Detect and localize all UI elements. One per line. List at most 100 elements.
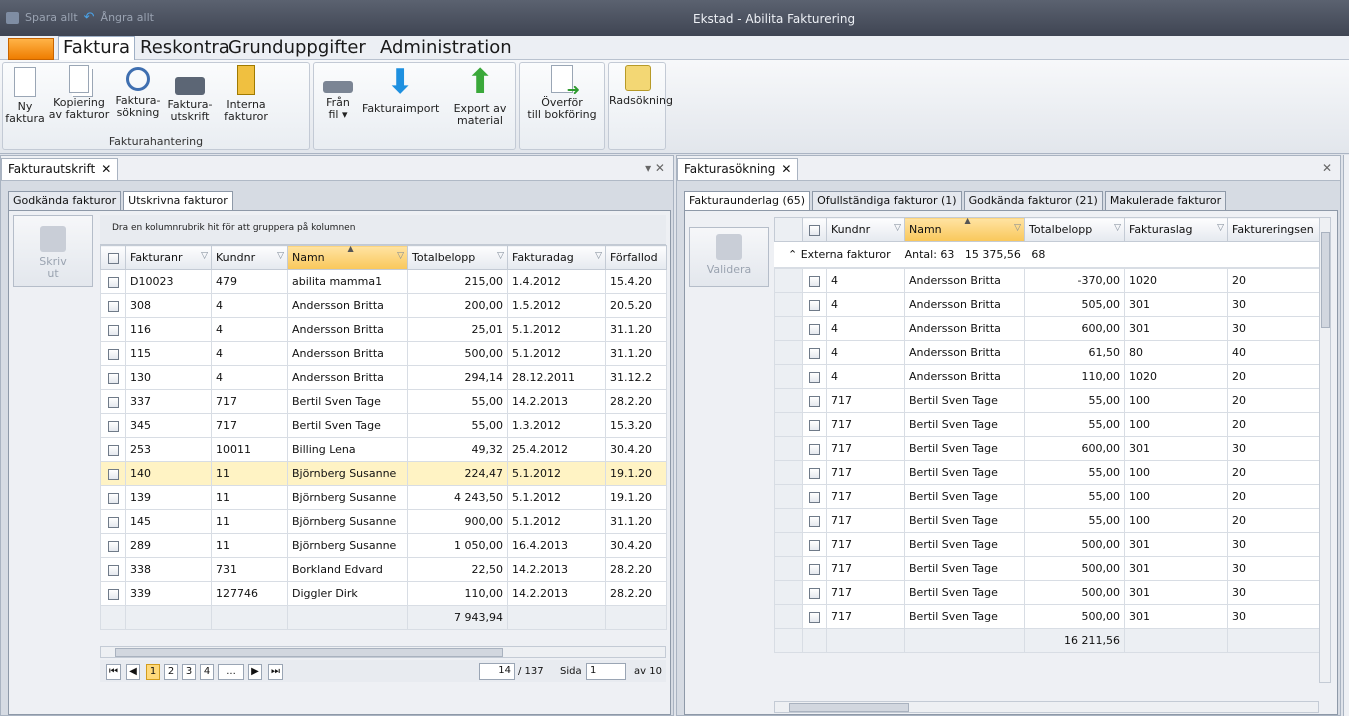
row-checkbox[interactable] <box>802 508 827 533</box>
table-row[interactable]: D10023 479 abilita mamma1 215,00 1.4.2012 15.… <box>100 269 667 294</box>
column-fakturadag[interactable]: Fakturadag ▽ <box>507 245 606 270</box>
table-row[interactable]: 339 127746 Diggler Dirk 110,00 14.2.2013 28.2… <box>100 581 667 606</box>
prev-page-button[interactable]: ◀ <box>126 664 140 680</box>
row-checkbox[interactable] <box>802 292 827 317</box>
table-row[interactable]: 253 10011 Billing Lena 49,32 25.4.2012 30.4.2… <box>100 437 667 462</box>
select-all-checkbox[interactable] <box>802 217 827 242</box>
record-input[interactable]: 14 <box>479 663 515 680</box>
undo-icon[interactable]: ↶ <box>84 10 95 25</box>
tab-fakturasokning[interactable]: Fakturasökning ✕ <box>677 158 799 180</box>
close-icon[interactable]: ✕ <box>101 162 111 176</box>
table-row[interactable]: 717 Bertil Sven Tage 55,00 100 20 <box>774 388 1320 413</box>
table-row[interactable]: 308 4 Andersson Britta 200,00 1.5.2012 20.5.2… <box>100 293 667 318</box>
menu-grunduppgifter[interactable]: Grunduppgifter <box>224 37 370 58</box>
row-checkbox[interactable] <box>100 509 126 534</box>
row-checkbox[interactable] <box>100 413 126 438</box>
row-checkbox[interactable] <box>100 461 126 486</box>
table-row[interactable]: 717 Bertil Sven Tage 500,00 301 30 <box>774 532 1320 557</box>
group-row-externa-fakturor[interactable]: ⌃ Externa fakturor Antal: 63 15 375,56 6… <box>774 242 1319 268</box>
row-checkbox[interactable] <box>802 556 827 581</box>
internal-invoices-button[interactable]: Interna fakturor <box>217 65 275 123</box>
menu-administration[interactable]: Administration <box>376 37 516 58</box>
vertical-scrollbar[interactable] <box>1319 217 1331 683</box>
application-menu-button[interactable] <box>8 38 54 60</box>
row-checkbox[interactable] <box>802 436 827 461</box>
invoice-import-button[interactable]: ⬇ Fakturaimport <box>362 65 439 115</box>
table-row[interactable]: 345 717 Bertil Sven Tage 55,00 1.3.2012 15.3.… <box>100 413 667 438</box>
column-totalbelopp[interactable]: Totalbelopp ▽ <box>407 245 508 270</box>
table-row[interactable]: 289 11 Björnberg Susanne 1 050,00 16.4.2013 3… <box>100 533 667 558</box>
table-row[interactable]: 717 Bertil Sven Tage 55,00 100 20 <box>774 412 1320 437</box>
table-row[interactable]: 4 Andersson Britta 505,00 301 30 <box>774 292 1320 317</box>
row-checkbox[interactable] <box>802 580 827 605</box>
row-checkbox[interactable] <box>100 437 126 462</box>
column-namn[interactable]: ▲ Namn ▽ <box>904 217 1025 242</box>
table-row[interactable]: 4 Andersson Britta -370,00 1020 20 <box>774 268 1320 293</box>
invoice-print-button[interactable]: Faktura-utskrift <box>165 65 215 123</box>
tab-ofullstandiga-fakturor[interactable]: Ofullständiga fakturor (1) <box>812 191 962 211</box>
export-material-button[interactable]: ⬆ Export av material <box>450 65 510 127</box>
row-checkbox[interactable] <box>100 485 126 510</box>
invoice-search-button[interactable]: Faktura-sökning <box>113 65 163 119</box>
table-row[interactable]: 717 Bertil Sven Tage 500,00 301 30 <box>774 604 1320 629</box>
row-checkbox[interactable] <box>100 365 126 390</box>
table-row[interactable]: 145 11 Björnberg Susanne 900,00 5.1.2012 31.1… <box>100 509 667 534</box>
column-namn[interactable]: ▲ Namn ▽ <box>287 245 408 270</box>
page-input[interactable]: 1 <box>586 663 626 680</box>
table-row[interactable]: 130 4 Andersson Britta 294,14 28.12.2011 31.1… <box>100 365 667 390</box>
row-checkbox[interactable] <box>100 293 126 318</box>
row-checkbox[interactable] <box>802 340 827 365</box>
collapse-icon[interactable]: ⌃ <box>788 248 797 261</box>
table-row[interactable]: 115 4 Andersson Britta 500,00 5.1.2012 31.1.2… <box>100 341 667 366</box>
table-row[interactable]: 717 Bertil Sven Tage 500,00 301 30 <box>774 580 1320 605</box>
transfer-to-accounting-button[interactable]: Överförtill bokföring <box>522 65 602 121</box>
column-fakturanr[interactable]: Fakturanr ▽ <box>125 245 212 270</box>
column-forfallodag[interactable]: Förfallod <box>605 245 667 270</box>
undo-all-button[interactable]: Ångra allt <box>101 11 154 24</box>
new-invoice-button[interactable]: Ny faktura <box>3 65 47 125</box>
row-checkbox[interactable] <box>100 269 126 294</box>
next-page-button[interactable]: ▶ <box>248 664 262 680</box>
page-3-button[interactable]: 3 <box>182 664 196 680</box>
row-checkbox[interactable] <box>802 604 827 629</box>
table-row[interactable]: 717 Bertil Sven Tage 500,00 301 30 <box>774 556 1320 581</box>
group-drop-area[interactable]: Dra en kolumnrubrik hit för att gruppera… <box>100 215 666 245</box>
more-pages-button[interactable]: ... <box>218 664 244 680</box>
row-checkbox[interactable] <box>100 581 126 606</box>
column-totalbelopp[interactable]: Totalbelopp ▽ <box>1024 217 1125 242</box>
row-checkbox[interactable] <box>802 460 827 485</box>
scrollbar-thumb[interactable] <box>789 703 909 712</box>
row-checkbox[interactable] <box>100 557 126 582</box>
tab-fakturaunderlag[interactable]: Fakturaunderlag (65) <box>684 191 811 211</box>
menu-faktura[interactable]: Faktura <box>58 36 136 60</box>
column-kundnr[interactable]: Kundnr ▽ <box>826 217 905 242</box>
row-checkbox[interactable] <box>802 316 827 341</box>
table-row[interactable]: 140 11 Björnberg Susanne 224,47 5.1.2012 19.1… <box>100 461 667 486</box>
table-row[interactable]: 4 Andersson Britta 61,50 80 40 <box>774 340 1320 365</box>
tab-utskrivna-fakturor[interactable]: Utskrivna fakturor <box>123 191 233 211</box>
page-1-button[interactable]: 1 <box>146 664 160 680</box>
row-checkbox[interactable] <box>802 532 827 557</box>
scrollbar-thumb[interactable] <box>115 648 503 657</box>
row-checkbox[interactable] <box>100 389 126 414</box>
print-button[interactable]: Skriv ut <box>13 215 93 287</box>
table-row[interactable]: 139 11 Björnberg Susanne 4 243,50 5.1.2012 19… <box>100 485 667 510</box>
save-icon[interactable] <box>6 11 19 24</box>
table-row[interactable]: 717 Bertil Sven Tage 55,00 100 20 <box>774 484 1320 509</box>
pane-close-icon[interactable]: ✕ <box>1322 161 1332 175</box>
pane-controls[interactable]: ▾ ✕ <box>645 161 665 175</box>
close-icon[interactable]: ✕ <box>781 162 791 176</box>
table-row[interactable]: 338 731 Borkland Edvard 22,50 14.2.2013 28.2.… <box>100 557 667 582</box>
column-fakturaslag[interactable]: Fakturaslag ▽ <box>1124 217 1228 242</box>
row-checkbox[interactable] <box>802 388 827 413</box>
column-kundnr[interactable]: Kundnr ▽ <box>211 245 288 270</box>
table-row[interactable]: 717 Bertil Sven Tage 600,00 301 30 <box>774 436 1320 461</box>
row-checkbox[interactable] <box>100 341 126 366</box>
column-faktureringsenhet[interactable]: Faktureringsen <box>1227 217 1320 242</box>
row-checkbox[interactable] <box>100 533 126 558</box>
table-row[interactable]: 337 717 Bertil Sven Tage 55,00 14.2.2013 28.2… <box>100 389 667 414</box>
copy-invoices-button[interactable]: Kopiering av fakturor <box>47 65 111 121</box>
table-row[interactable]: 4 Andersson Britta 110,00 1020 20 <box>774 364 1320 389</box>
from-file-button[interactable]: Från fil ▾ <box>318 65 358 121</box>
first-page-button[interactable]: ⏮ <box>106 664 121 680</box>
